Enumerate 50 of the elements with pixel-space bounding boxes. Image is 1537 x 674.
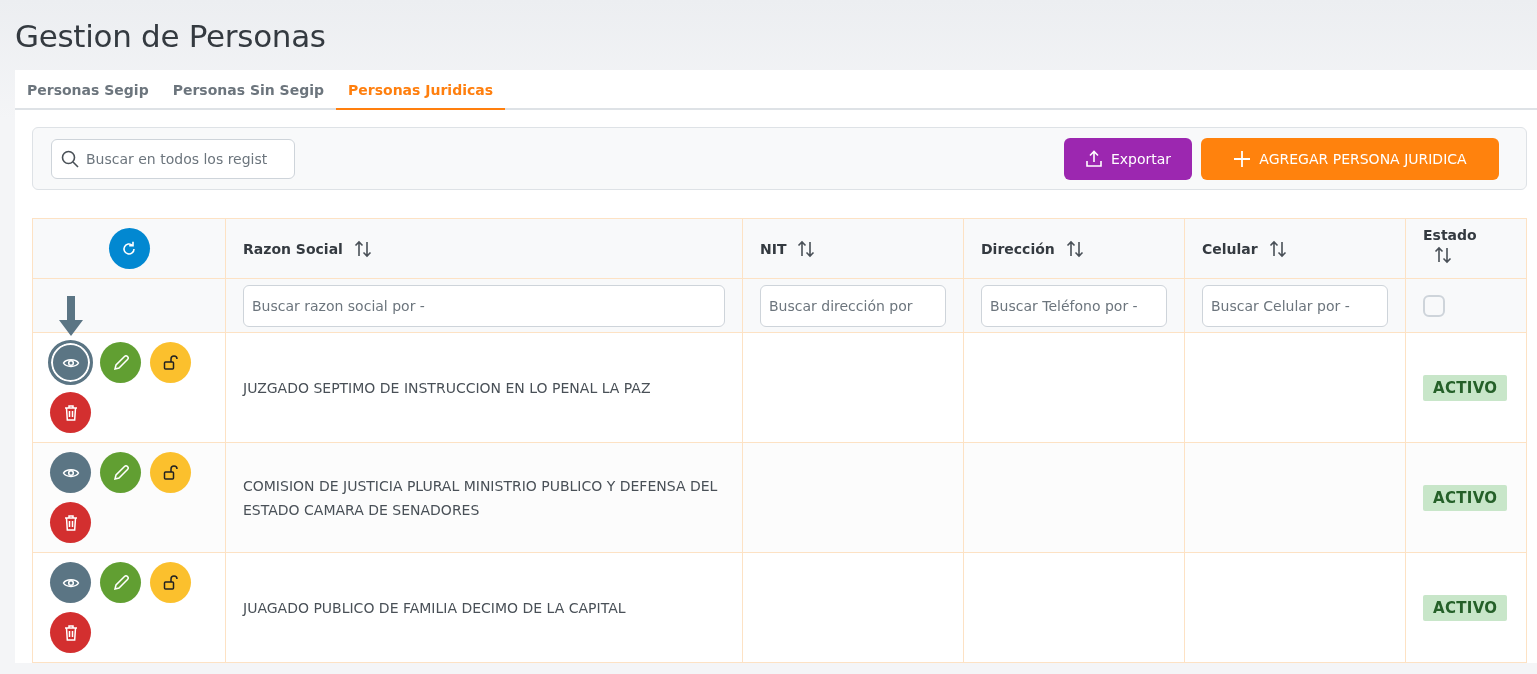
delete-button[interactable] xyxy=(50,392,91,433)
unlock-icon xyxy=(161,353,180,372)
unlock-icon xyxy=(161,463,180,482)
page-title: Gestion de Personas xyxy=(15,18,327,54)
edit-button[interactable] xyxy=(100,562,141,603)
unlock-button[interactable] xyxy=(150,562,191,603)
column-header: Estado xyxy=(1423,226,1477,243)
status-badge: ACTIVO xyxy=(1423,485,1508,511)
delete-button[interactable] xyxy=(50,612,91,653)
edit-button[interactable] xyxy=(100,452,141,493)
search-field[interactable]: Buscar en todos los regist xyxy=(51,139,295,179)
view-button[interactable] xyxy=(50,562,91,603)
sort-icon[interactable] xyxy=(1064,238,1085,259)
status-badge: ACTIVO xyxy=(1423,595,1508,621)
filter-field[interactable]: Buscar Celular por - xyxy=(1202,284,1388,327)
view-button[interactable] xyxy=(50,452,91,493)
table-cell-text: JUAGADO PUBLICO DE FAMILIA DECIMO DE LA CAPITAL xyxy=(243,598,627,618)
status-badge: ACTIVO xyxy=(1423,375,1508,401)
filter-field[interactable]: Buscar Teléfono por - xyxy=(981,284,1167,327)
plus-icon xyxy=(1233,150,1252,168)
pencil-icon xyxy=(111,353,130,372)
arrow-icon xyxy=(58,296,84,336)
unlock-button[interactable] xyxy=(150,452,191,493)
delete-button[interactable] xyxy=(50,502,91,543)
sort-icon[interactable] xyxy=(796,238,817,259)
column-header: NIT xyxy=(760,240,787,257)
export-button[interactable]: Exportar xyxy=(1064,138,1192,180)
add-button[interactable]: AGREGAR PERSONA JURIDICA xyxy=(1201,138,1499,180)
table-cell-text: JUZGADO SEPTIMO DE INSTRUCCION EN LO PENAL LA PAZ xyxy=(243,378,652,398)
column-header: Celular xyxy=(1202,240,1258,257)
column-header: Dirección xyxy=(981,240,1055,257)
unlock-button[interactable] xyxy=(150,342,191,383)
tab[interactable]: Personas Sin Segip xyxy=(160,70,337,110)
tab[interactable]: Personas Segip xyxy=(15,70,161,110)
sort-icon[interactable] xyxy=(1267,238,1288,259)
table-cell-text: COMISION DE JUSTICIA PLURAL MINISTRIO PUBLICO Y DEFENSA DEL ESTADO CAMARA DE SENADORES xyxy=(243,476,719,520)
filter-field[interactable]: Buscar dirección por xyxy=(760,284,946,327)
pencil-icon xyxy=(111,463,130,482)
unlock-icon xyxy=(161,573,180,592)
checkbox[interactable] xyxy=(1423,294,1445,317)
column-header: Razon Social xyxy=(243,240,343,257)
upload-icon xyxy=(1084,150,1103,168)
view-button[interactable] xyxy=(48,340,93,385)
sort-icon[interactable] xyxy=(1433,244,1453,265)
refresh-button[interactable] xyxy=(108,228,150,269)
pencil-icon xyxy=(111,573,130,592)
refresh-icon xyxy=(120,239,138,258)
edit-button[interactable] xyxy=(100,342,141,383)
filter-field[interactable]: Buscar razon social por - xyxy=(243,284,725,327)
sort-icon[interactable] xyxy=(352,238,373,259)
